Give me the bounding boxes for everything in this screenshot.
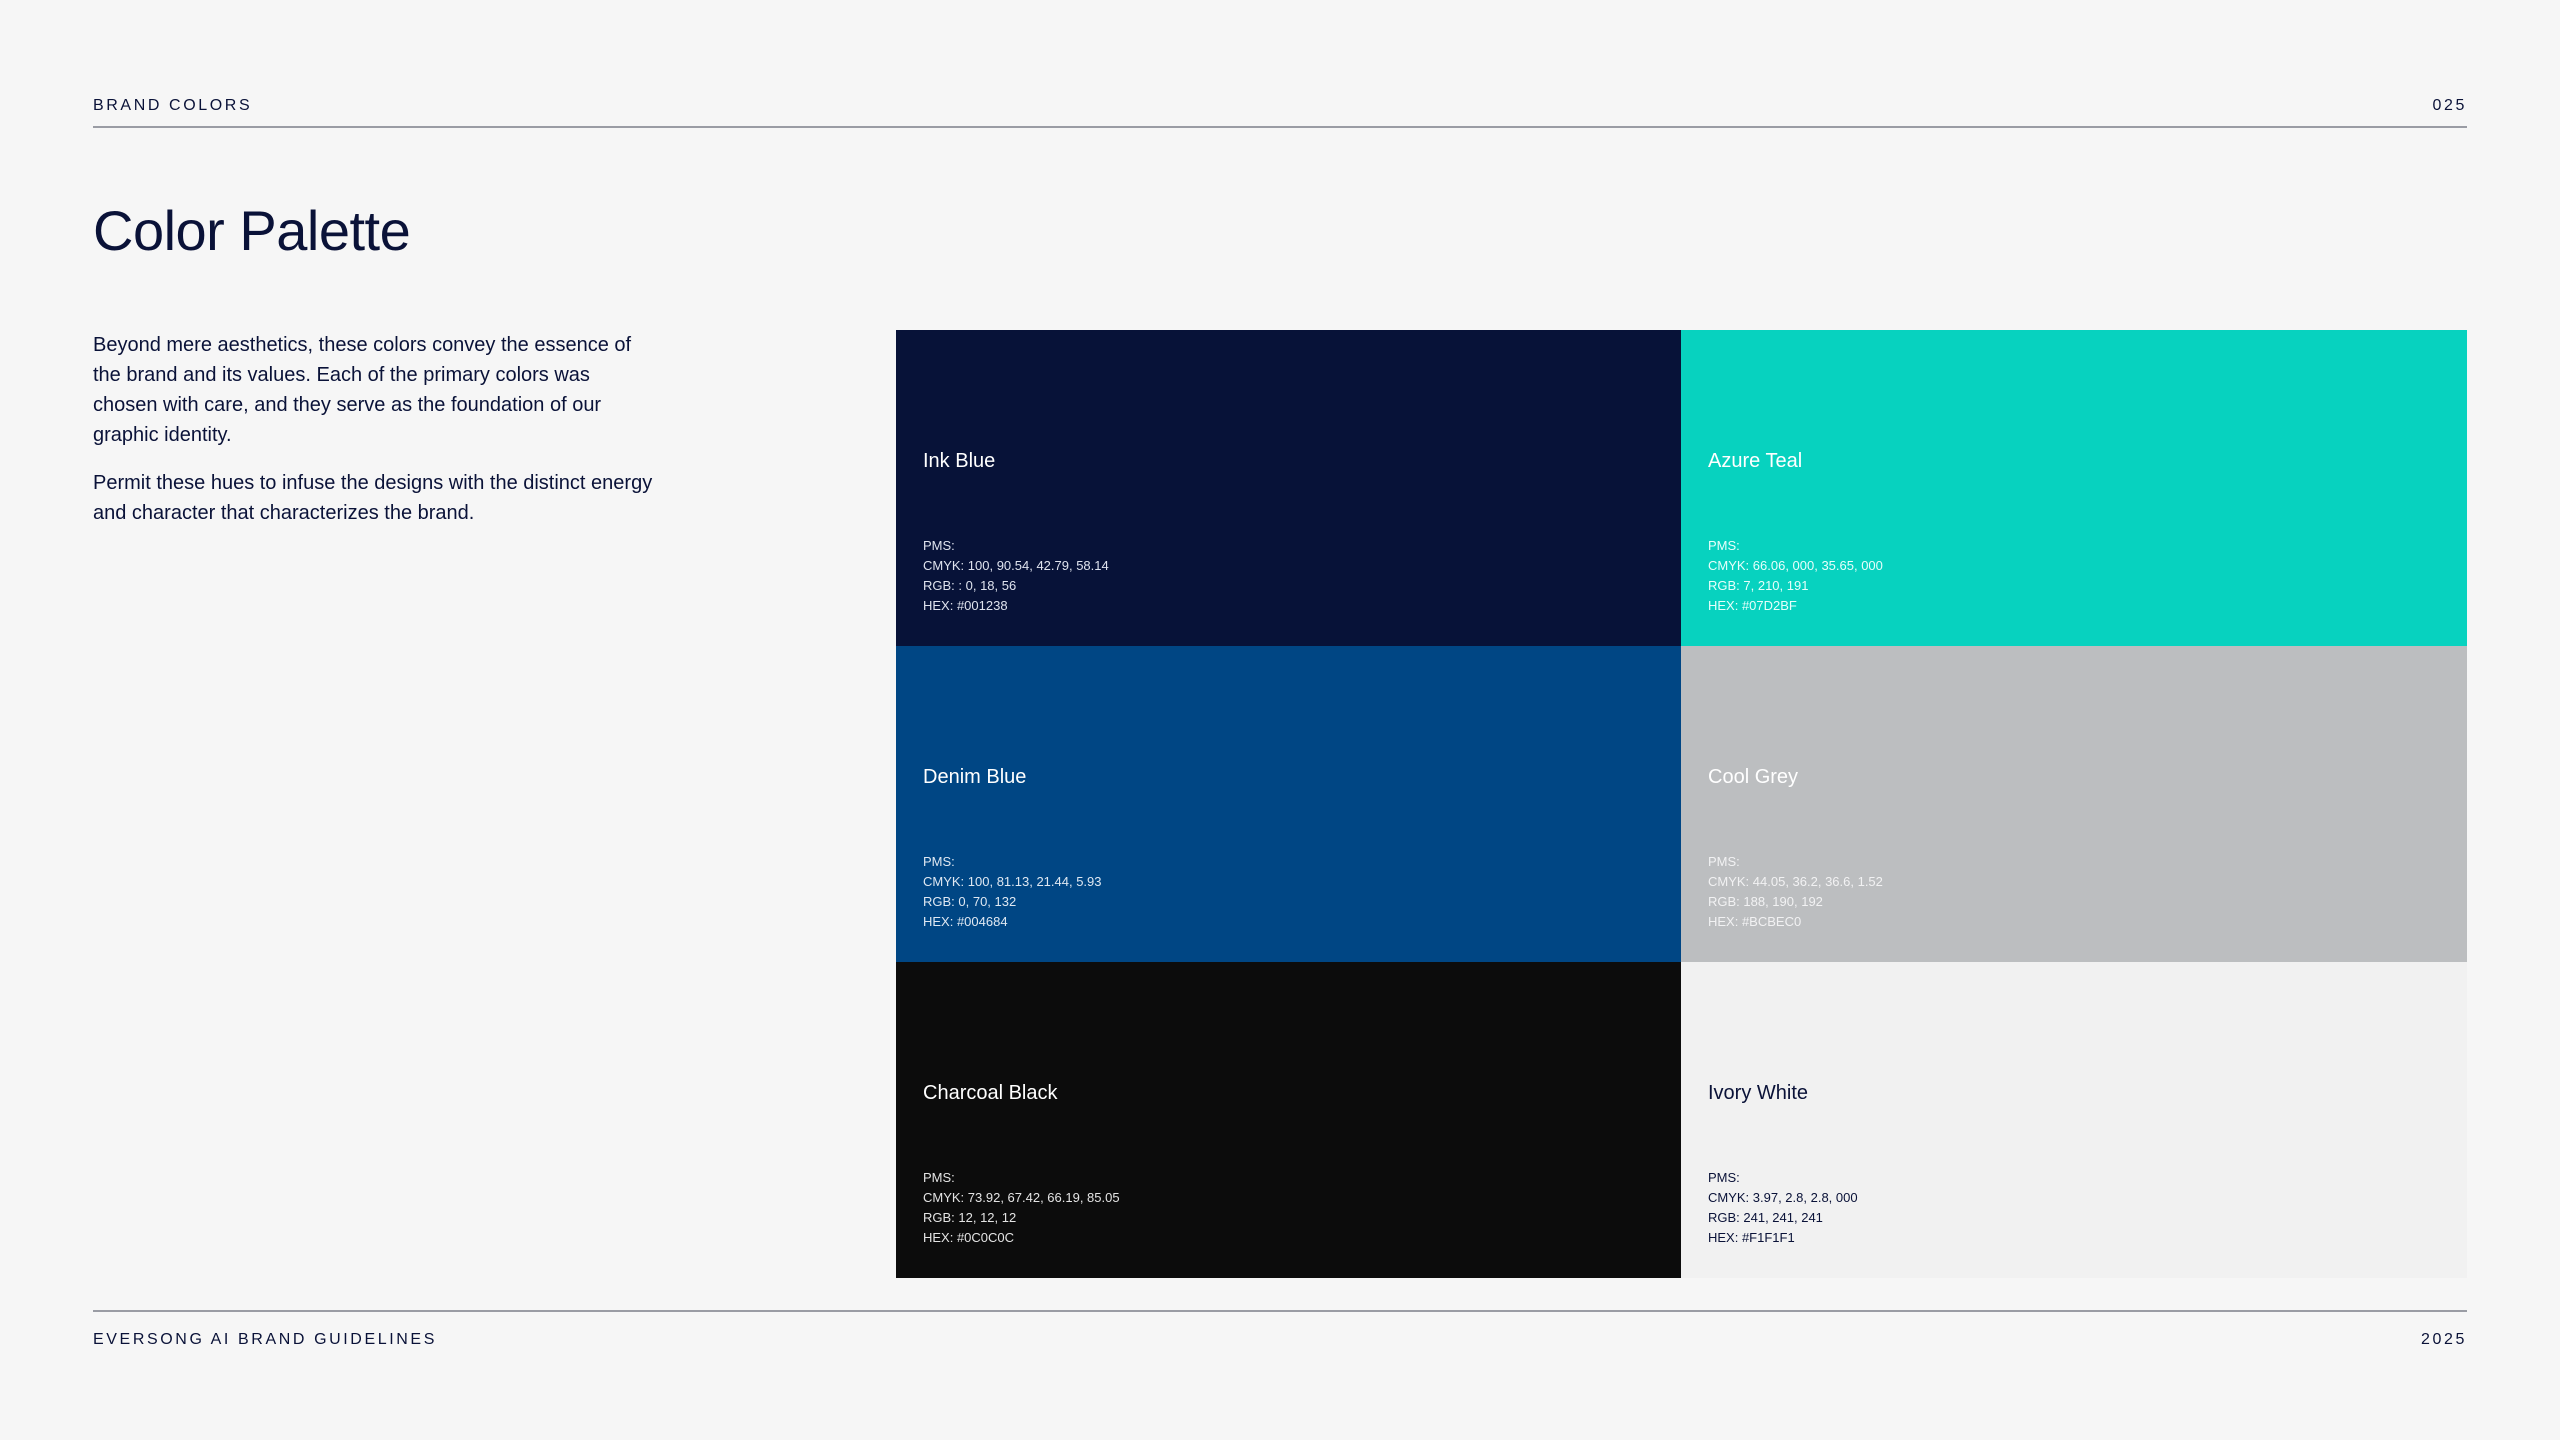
swatch-hex: HEX: #004684 xyxy=(923,914,1008,929)
page-header: BRAND COLORS 025 xyxy=(93,92,2467,128)
swatch-hex: HEX: #F1F1F1 xyxy=(1708,1230,1795,1245)
swatch-pms: PMS: xyxy=(1708,854,1740,869)
swatch-name: Charcoal Black xyxy=(923,1082,1058,1104)
swatch-specs: PMS: CMYK: 100, 90.54, 42.79, 58.14 RGB:… xyxy=(923,536,1109,616)
swatch-charcoal-black: Charcoal Black PMS: CMYK: 73.92, 67.42, … xyxy=(896,962,1681,1278)
swatch-pms: PMS: xyxy=(1708,538,1740,553)
swatch-rgb: RGB: 241, 241, 241 xyxy=(1708,1210,1823,1225)
swatch-name: Ink Blue xyxy=(923,450,996,472)
swatch-hex: HEX: #BCBEC0 xyxy=(1708,914,1802,929)
swatch-hex: HEX: #001238 xyxy=(923,598,1008,613)
swatch-specs: PMS: CMYK: 100, 81.13, 21.44, 5.93 RGB: … xyxy=(923,852,1102,932)
swatch-rgb: RGB: : 0, 18, 56 xyxy=(923,578,1017,593)
swatch-specs: PMS: CMYK: 3.97, 2.8, 2.8, 000 RGB: 241,… xyxy=(1708,1168,1858,1248)
swatch-hex: HEX: #0C0C0C xyxy=(923,1230,1015,1245)
swatch-cmyk: CMYK: 3.97, 2.8, 2.8, 000 xyxy=(1708,1190,1858,1205)
swatch-hex: HEX: #07D2BF xyxy=(1708,598,1797,613)
swatch-ink-blue: Ink Blue PMS: CMYK: 100, 90.54, 42.79, 5… xyxy=(896,330,1681,646)
swatch-name: Ivory White xyxy=(1708,1082,1809,1104)
page-title: Color Palette xyxy=(93,199,411,262)
swatch-pms: PMS: xyxy=(923,1170,955,1185)
swatch-cmyk: CMYK: 66.06, 000, 35.65, 000 xyxy=(1708,558,1883,573)
swatch-cool-grey: Cool Grey PMS: CMYK: 44.05, 36.2, 36.6, … xyxy=(1681,646,2467,962)
intro-paragraph-2: Permit these hues to infuse the designs … xyxy=(93,472,653,524)
swatch-pms: PMS: xyxy=(923,538,955,553)
page-footer: EVERSONG AI BRAND GUIDELINES 2025 xyxy=(93,1310,2467,1352)
swatch-denim-blue: Denim Blue PMS: CMYK: 100, 81.13, 21.44,… xyxy=(896,646,1681,962)
swatch-cmyk: CMYK: 73.92, 67.42, 66.19, 85.05 xyxy=(923,1190,1120,1205)
swatch-name: Cool Grey xyxy=(1708,766,1799,788)
swatch-specs: PMS: CMYK: 73.92, 67.42, 66.19, 85.05 RG… xyxy=(923,1168,1120,1248)
swatch-rgb: RGB: 12, 12, 12 xyxy=(923,1210,1017,1225)
color-swatch-grid: Ink Blue PMS: CMYK: 100, 90.54, 42.79, 5… xyxy=(896,330,2467,1278)
swatch-specs: PMS: CMYK: 66.06, 000, 35.65, 000 RGB: 7… xyxy=(1708,536,1883,616)
swatch-cmyk: CMYK: 44.05, 36.2, 36.6, 1.52 xyxy=(1708,874,1883,889)
swatch-azure-teal: Azure Teal PMS: CMYK: 66.06, 000, 35.65,… xyxy=(1681,330,2467,646)
swatch-pms: PMS: xyxy=(923,854,955,869)
swatch-ivory-white: Ivory White PMS: CMYK: 3.97, 2.8, 2.8, 0… xyxy=(1681,962,2467,1278)
swatch-specs: PMS: CMYK: 44.05, 36.2, 36.6, 1.52 RGB: … xyxy=(1708,852,1883,932)
swatch-cmyk: CMYK: 100, 90.54, 42.79, 58.14 xyxy=(923,558,1109,573)
swatch-pms: PMS: xyxy=(1708,1170,1740,1185)
swatch-rgb: RGB: 0, 70, 132 xyxy=(923,894,1017,909)
intro-paragraph-1: Beyond mere aesthetics, these colors con… xyxy=(93,334,632,446)
section-label: BRAND COLORS xyxy=(93,97,253,114)
intro-text: Beyond mere aesthetics, these colors con… xyxy=(93,330,653,546)
page-number: 025 xyxy=(2432,97,2467,114)
swatch-rgb: RGB: 188, 190, 192 xyxy=(1708,894,1823,909)
swatch-cmyk: CMYK: 100, 81.13, 21.44, 5.93 xyxy=(923,874,1102,889)
footer-brand: EVERSONG AI BRAND GUIDELINES xyxy=(93,1331,437,1348)
footer-year: 2025 xyxy=(2421,1331,2467,1348)
swatch-rgb: RGB: 7, 210, 191 xyxy=(1708,578,1809,593)
swatch-name: Azure Teal xyxy=(1708,450,1803,472)
swatch-name: Denim Blue xyxy=(923,766,1027,788)
